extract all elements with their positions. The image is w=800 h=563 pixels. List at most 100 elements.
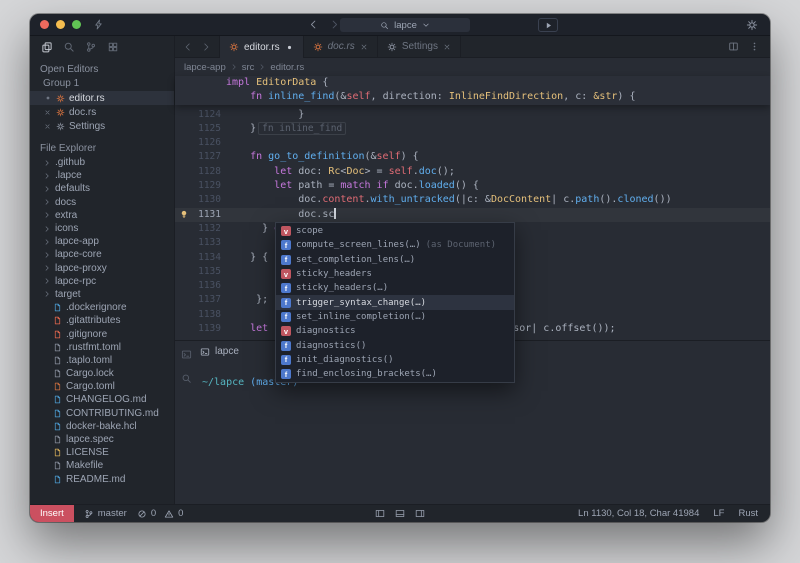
- code-text[interactable]: }fn inline_find: [226, 122, 346, 136]
- panel-search-icon[interactable]: [181, 373, 192, 384]
- zoom-window-button[interactable]: [72, 20, 81, 29]
- completion-item[interactable]: ffind_enclosing_brackets(…): [276, 367, 514, 381]
- folder-lapce-app[interactable]: lapce-app: [30, 235, 174, 248]
- folder--github[interactable]: .github: [30, 156, 174, 169]
- completion-item[interactable]: vscope: [276, 224, 514, 238]
- code-line-1130[interactable]: 1130 doc.content.with_untracked(|c: &Doc…: [175, 193, 770, 207]
- toggle-right-panel-icon[interactable]: [415, 508, 426, 519]
- completion-item[interactable]: ftrigger_syntax_change(…): [276, 295, 514, 309]
- file-CHANGELOG-md[interactable]: CHANGELOG.md: [30, 393, 174, 406]
- code-line-1124[interactable]: 1124 }: [175, 108, 770, 122]
- file-explorer-header[interactable]: File Explorer: [30, 142, 174, 156]
- more-actions-icon[interactable]: [749, 41, 760, 52]
- open-editor-doc-rs[interactable]: doc.rs: [30, 105, 174, 119]
- folder-lapce-proxy[interactable]: lapce-proxy: [30, 262, 174, 275]
- folder-extra[interactable]: extra: [30, 209, 174, 222]
- code-line-1125[interactable]: 1125 }fn inline_find: [175, 122, 770, 136]
- completion-item[interactable]: finit_diagnostics(): [276, 353, 514, 367]
- code-editor[interactable]: impl EditorData { fn inline_find(&self, …: [175, 76, 770, 340]
- settings-gear-icon[interactable]: [746, 19, 758, 31]
- file-docker-bake-hcl[interactable]: docker-bake.hcl: [30, 420, 174, 433]
- tab-editor-rs[interactable]: editor.rs: [219, 36, 304, 58]
- code-line-1131[interactable]: 1131 doc.sc: [175, 208, 770, 222]
- split-editor-icon[interactable]: [728, 41, 739, 52]
- close-window-button[interactable]: [40, 20, 49, 29]
- completion-item[interactable]: fset_inline_completion(…): [276, 310, 514, 324]
- back-icon[interactable]: [308, 19, 319, 30]
- code-line-1128[interactable]: 1128 let doc: Rc<Doc> = self.doc();: [175, 165, 770, 179]
- panel-terminal-icon[interactable]: [181, 349, 192, 360]
- file-README-md[interactable]: README.md: [30, 473, 174, 486]
- tab-doc-rs[interactable]: doc.rs: [304, 36, 378, 57]
- code-text[interactable]: } {: [226, 251, 268, 265]
- language-indicator[interactable]: Rust: [738, 508, 758, 519]
- folder-docs[interactable]: docs: [30, 196, 174, 209]
- file-Makefile[interactable]: Makefile: [30, 459, 174, 472]
- code-text[interactable]: }: [226, 108, 304, 122]
- toggle-bottom-panel-icon[interactable]: [395, 508, 406, 519]
- file--taplo-toml[interactable]: .taplo.toml: [30, 354, 174, 367]
- editor-mode-badge[interactable]: Insert: [30, 505, 74, 522]
- code-action-lightbulb-icon[interactable]: [179, 209, 189, 219]
- git-branch[interactable]: master: [84, 508, 127, 519]
- close-icon[interactable]: [43, 109, 52, 116]
- code-text[interactable]: fn inline_find(&self, direction: InlineF…: [226, 90, 635, 104]
- code-line-1126[interactable]: 1126: [175, 136, 770, 150]
- breadcrumb-item[interactable]: src: [242, 62, 255, 73]
- folder-lapce-core[interactable]: lapce-core: [30, 248, 174, 261]
- folder-icons[interactable]: icons: [30, 222, 174, 235]
- file-lapce-spec[interactable]: lapce.spec: [30, 433, 174, 446]
- folder-defaults[interactable]: defaults: [30, 182, 174, 195]
- code-text[interactable]: impl EditorData {: [226, 76, 328, 90]
- tabs-back-icon[interactable]: [183, 42, 193, 52]
- activity-explorer-icon[interactable]: [41, 41, 53, 53]
- code-text[interactable]: };: [226, 293, 268, 307]
- eol-indicator[interactable]: LF: [713, 508, 724, 519]
- problems-summary[interactable]: 0 0: [137, 508, 184, 519]
- file--rustfmt-toml[interactable]: .rustfmt.toml: [30, 341, 174, 354]
- close-icon[interactable]: [43, 123, 52, 130]
- toggle-left-panel-icon[interactable]: [375, 508, 386, 519]
- file-LICENSE[interactable]: LICENSE: [30, 446, 174, 459]
- folder-lapce-rpc[interactable]: lapce-rpc: [30, 275, 174, 288]
- command-palette[interactable]: lapce: [340, 18, 470, 32]
- breadcrumb-item[interactable]: lapce-app: [184, 62, 226, 73]
- minimize-window-button[interactable]: [56, 20, 65, 29]
- modified-dot-icon[interactable]: [43, 94, 52, 102]
- code-text[interactable]: doc.sc: [226, 208, 336, 222]
- code-line-1129[interactable]: 1129 let path = match if doc.loaded() {: [175, 179, 770, 193]
- run-button[interactable]: [538, 18, 558, 32]
- file--gitattributes[interactable]: .gitattributes: [30, 314, 174, 327]
- terminal-tab[interactable]: lapce: [200, 346, 239, 357]
- code-text[interactable]: fn go_to_definition(&self) {: [226, 150, 419, 164]
- forward-icon[interactable]: [329, 19, 340, 30]
- folder--lapce[interactable]: .lapce: [30, 169, 174, 182]
- completion-item[interactable]: fsticky_headers(…): [276, 281, 514, 295]
- activity-extensions-icon[interactable]: [107, 41, 119, 53]
- folder-target[interactable]: target: [30, 288, 174, 301]
- activity-source-control-icon[interactable]: [85, 41, 97, 53]
- code-text[interactable]: doc.content.with_untracked(|c: &DocConte…: [226, 193, 672, 207]
- breadcrumb-item[interactable]: editor.rs: [270, 62, 304, 73]
- open-editor-editor-rs[interactable]: editor.rs: [30, 91, 174, 105]
- file-Cargo-lock[interactable]: Cargo.lock: [30, 367, 174, 380]
- cursor-position[interactable]: Ln 1130, Col 18, Char 41984: [578, 508, 699, 519]
- tabs-forward-icon[interactable]: [201, 42, 211, 52]
- file--dockerignore[interactable]: .dockerignore: [30, 301, 174, 314]
- activity-search-icon[interactable]: [63, 41, 75, 53]
- completion-item[interactable]: vdiagnostics: [276, 324, 514, 338]
- code-text[interactable]: let doc: Rc<Doc> = self.doc();: [226, 165, 455, 179]
- completion-item[interactable]: fset_completion_lens(…): [276, 253, 514, 267]
- completion-item[interactable]: vsticky_headers: [276, 267, 514, 281]
- open-editors-header[interactable]: Open Editors: [30, 63, 174, 77]
- code-text[interactable]: let path = match if doc.loaded() {: [226, 179, 479, 193]
- file-CONTRIBUTING-md[interactable]: CONTRIBUTING.md: [30, 407, 174, 420]
- editor-group-header[interactable]: Group 1: [30, 77, 174, 91]
- tab-settings[interactable]: Settings: [378, 36, 461, 57]
- completion-item[interactable]: fcompute_screen_lines(…) (as Document): [276, 238, 514, 252]
- code-line-1127[interactable]: 1127 fn go_to_definition(&self) {: [175, 150, 770, 164]
- completion-item[interactable]: fdiagnostics(): [276, 338, 514, 352]
- open-editor-settings[interactable]: Settings: [30, 119, 174, 133]
- file--gitignore[interactable]: .gitignore: [30, 327, 174, 340]
- file-Cargo-toml[interactable]: Cargo.toml: [30, 380, 174, 393]
